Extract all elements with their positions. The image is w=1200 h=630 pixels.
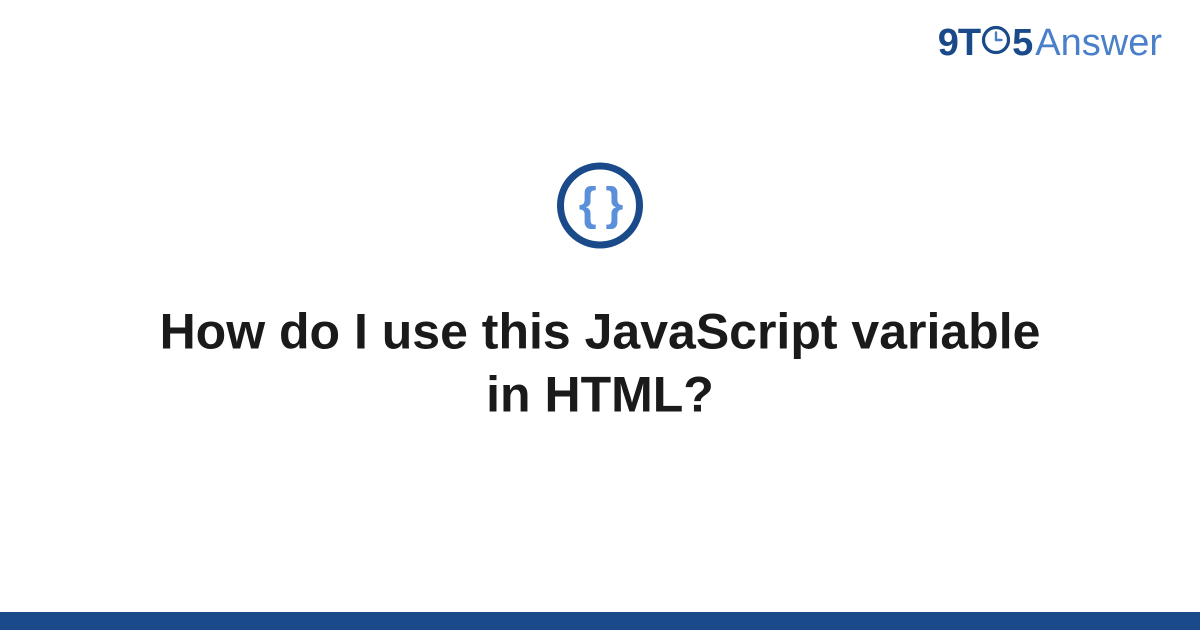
logo-suffix: Answer [1035,22,1162,65]
site-logo: 9T 5 Answer [938,22,1162,65]
page-title: How do I use this JavaScript variable in… [150,300,1050,425]
main-content: { } How do I use this JavaScript variabl… [0,162,1200,425]
footer-accent-bar [0,612,1200,630]
code-braces-icon: { } [557,162,643,248]
logo-clock-o-icon [981,25,1011,55]
braces-glyph: { } [579,180,622,226]
logo-prefix: 9T [938,22,980,65]
logo-middle-digit: 5 [1012,22,1033,65]
